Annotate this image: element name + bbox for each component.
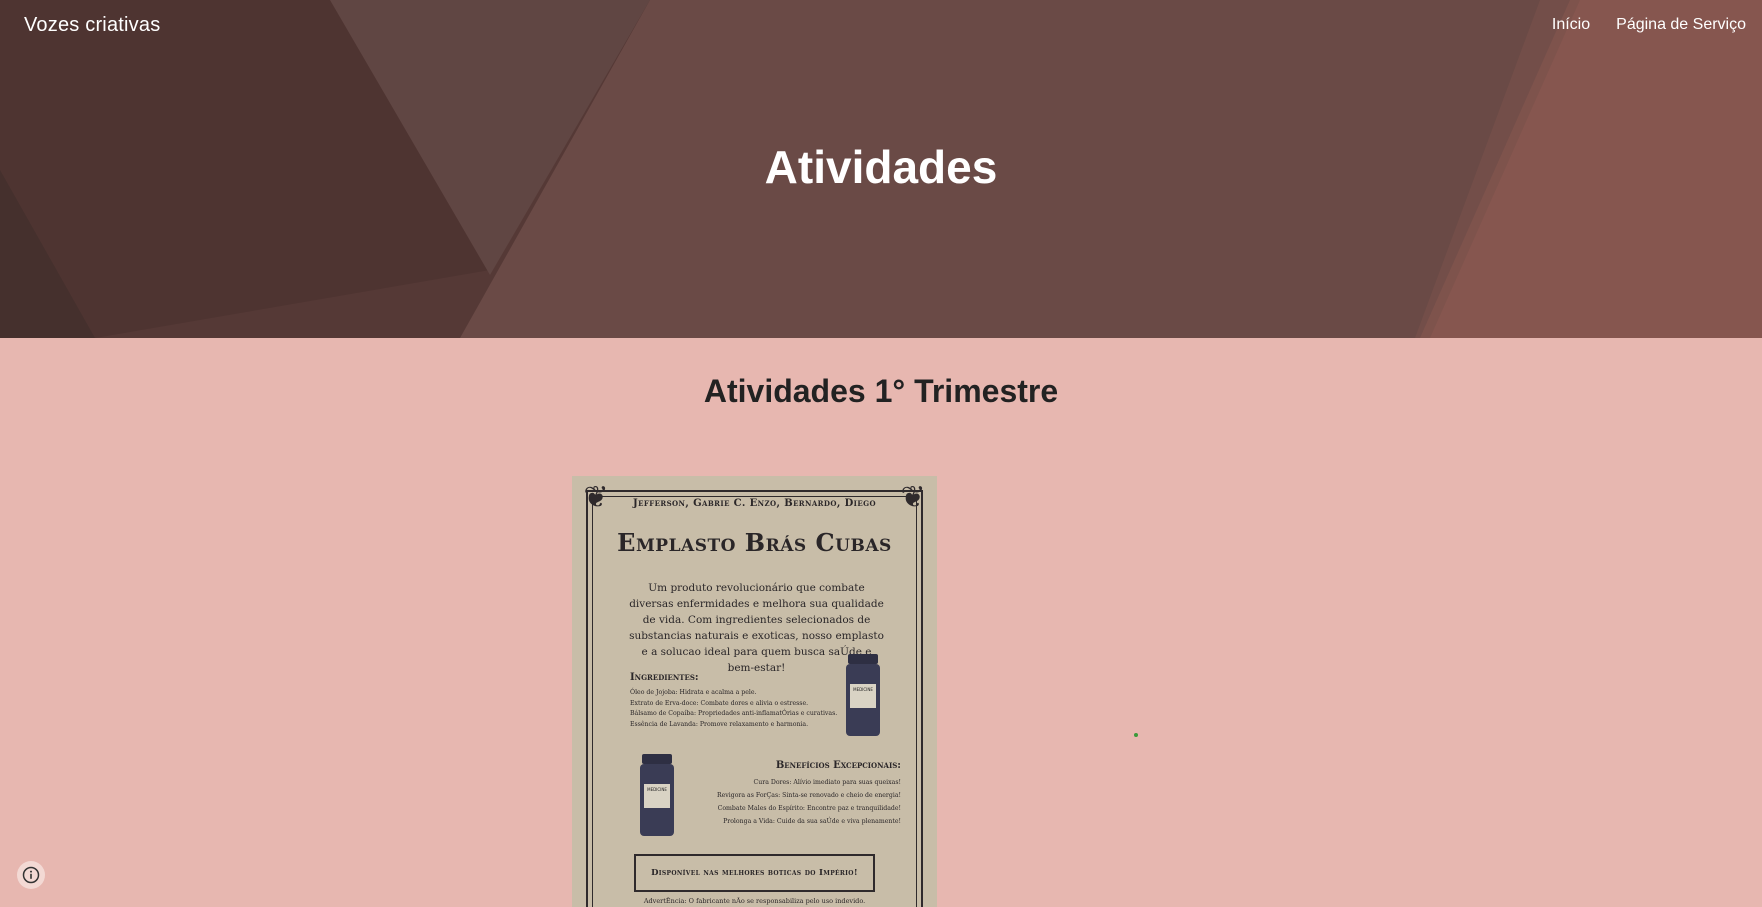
benefit-item: Cura Dores: Alívio imediato para suas qu… bbox=[753, 779, 901, 786]
site-title-link[interactable]: Vozes criativas bbox=[24, 14, 160, 37]
medicine-bottle-icon: MEDICINE bbox=[640, 754, 674, 836]
ingredient-item: Óleo de Jojoba: Hidrata e acalma a pele. bbox=[630, 689, 757, 696]
section-title: Atividades 1° Trimestre bbox=[703, 373, 1059, 409]
ingredient-item: Essência de Lavanda: Promove relaxamento… bbox=[630, 720, 809, 728]
benefit-item: Combate Males do Espírito: Encontre paz … bbox=[717, 805, 901, 812]
nav-item-pagina-de-servico[interactable]: Página de Serviço bbox=[1616, 16, 1746, 34]
availability-banner: Disponível nas melhores boticas do Impér… bbox=[634, 854, 875, 892]
medicine-bottle-icon: MEDICINE bbox=[846, 654, 880, 736]
benefit-item: Revigora as ForÇas: Sinta-se renovado e … bbox=[716, 792, 901, 799]
nav-item-inicio[interactable]: Início bbox=[1552, 16, 1590, 34]
info-icon bbox=[22, 866, 40, 884]
benefits-title: Benefícios Excepcionais: bbox=[775, 760, 901, 771]
hero-banner: Vozes criativas Início Página de Serviço… bbox=[0, 0, 1762, 338]
activity-poster-image[interactable]: ❦ ❦ Jefferson, Gabrie C. Enzo, Bernardo,… bbox=[572, 476, 937, 907]
benefit-item: Prolonga a Vida: Cuide da sua saÚde e vi… bbox=[723, 818, 901, 825]
top-navigation: Início Página de Serviço bbox=[1552, 16, 1746, 34]
ingredient-item: Bálsamo de Copaíba: Propriedades anti-in… bbox=[630, 710, 838, 717]
page-title: Atividades bbox=[764, 141, 998, 193]
ingredients-title: Ingredientes: bbox=[630, 672, 699, 683]
bottle-label: MEDICINE bbox=[644, 784, 670, 808]
poster-title: Emplasto Brás Cubas bbox=[617, 528, 892, 557]
decorative-dot bbox=[1134, 733, 1138, 737]
benefits-list: Cura Dores: Alívio imediato para suas qu… bbox=[701, 776, 901, 828]
poster-authors: Jefferson, Gabrie C. Enzo, Bernardo, Die… bbox=[633, 498, 876, 509]
bottle-label: MEDICINE bbox=[850, 684, 876, 708]
poster-disclaimer: AdvertÊncia: O fabricante nÃo se respons… bbox=[643, 897, 866, 905]
ingredients-list: Óleo de Jojoba: Hidrata e acalma a pele.… bbox=[630, 688, 860, 730]
ingredient-item: Extrato de Erva-doce: Combate dores e al… bbox=[630, 699, 809, 707]
site-info-button[interactable] bbox=[17, 861, 45, 889]
